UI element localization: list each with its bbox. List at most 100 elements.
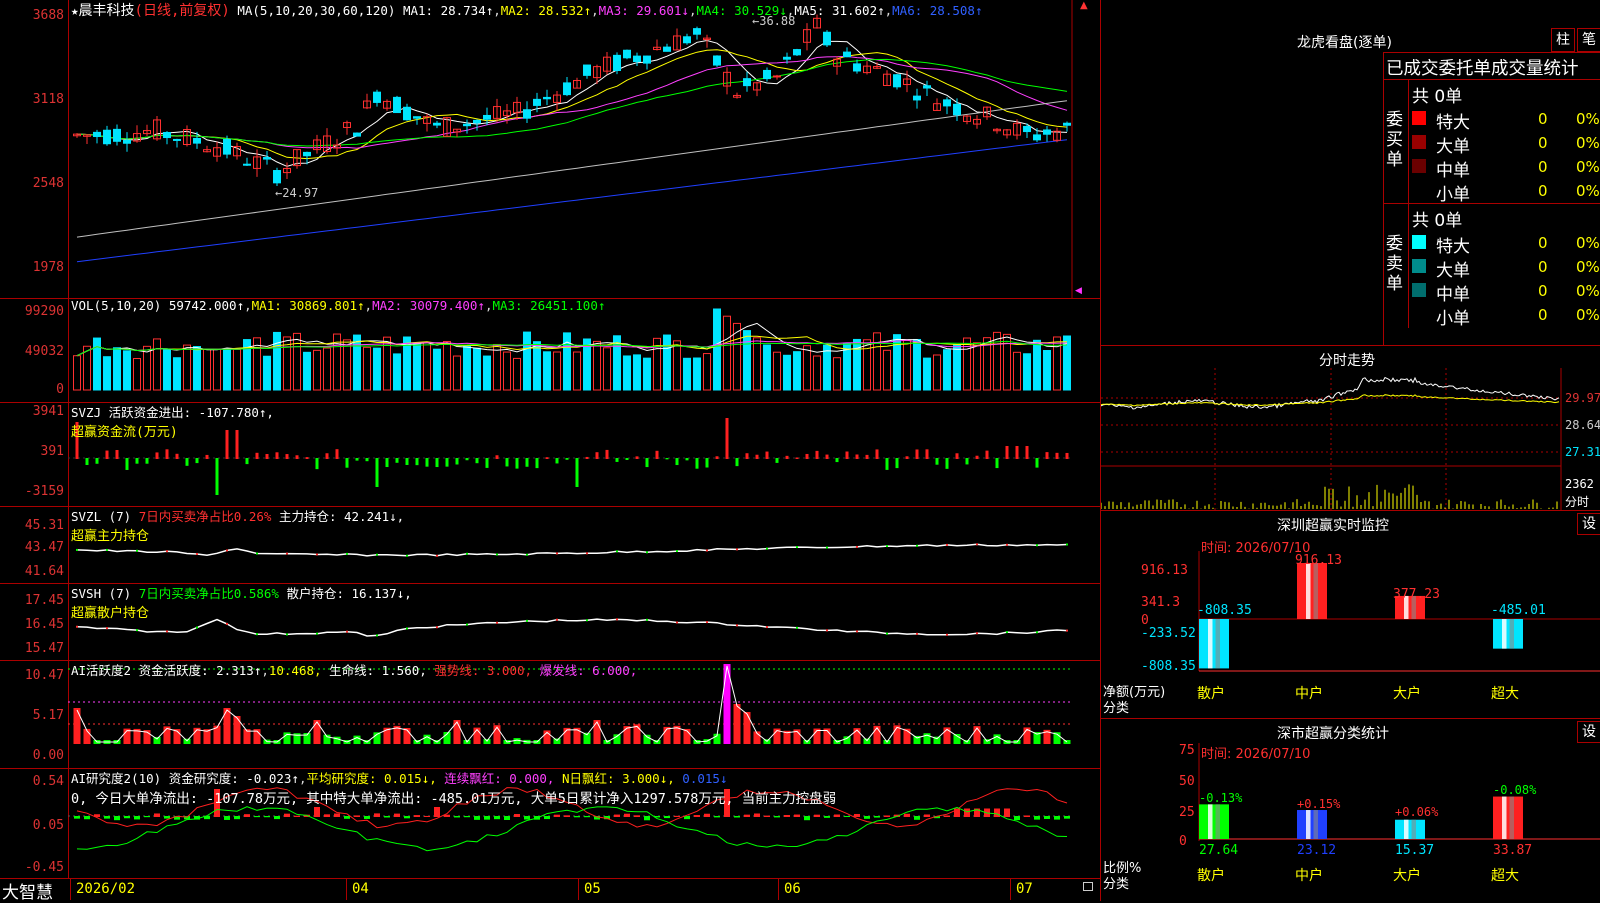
classify-ytick: 25 [1179,805,1195,820]
holding-tick [316,632,318,635]
ma2-value: MA2: 28.532↑ [500,3,592,18]
holding-tick [436,626,438,629]
color-swatch [1412,159,1426,173]
candle [523,109,531,119]
candle [393,96,401,114]
app-logo[interactable]: 大智慧 [2,878,53,903]
ai-research-pane[interactable]: 0.54 0.05 -0.45 AI研究度2(10) 资金研究度: -0.023… [0,768,1100,879]
research-bar [884,815,890,817]
ai1-burst: 爆发线: 6.000, [539,663,638,678]
holding-tick [1036,631,1038,634]
tick-view-button[interactable]: 笔 [1577,28,1600,52]
ai-active-pane[interactable]: 10.47 5.17 0.00 AI活跃度2 资金活跃度: 2.313↑,10.… [0,660,1100,769]
x-divider [778,878,779,900]
flow-bar [1065,452,1069,459]
volume-bar [783,354,791,391]
research-bar [764,815,770,817]
period-mode[interactable]: (日线,前复权) [135,3,230,19]
stat-row-大单: 大单 0 0% [1410,132,1600,157]
candle [893,74,901,88]
volume-bar [423,342,431,391]
research-bar [564,815,570,817]
intraday-panel[interactable]: 分时走势 29.97 28.64 27.31 2362 分时 [1100,345,1600,511]
candle [103,129,111,145]
volume-bar [173,357,181,391]
candle [483,114,491,120]
intraday-ytick: 29.97 [1565,391,1600,405]
volume-bar [1033,339,1041,391]
holding-tick [616,618,618,621]
flow-bar [345,458,349,468]
classify-change-label: +0.06% [1395,805,1439,819]
kline-chart[interactable] [0,0,1100,298]
research-bar [354,815,360,817]
stat-row-value: 0 [1538,306,1548,324]
active-bar [233,716,241,744]
intraday-price-line [1101,376,1560,410]
research-bar [374,813,380,817]
volume-bar [813,355,821,391]
flow-bar [395,458,399,463]
stat-row-小单: 小单 0 0% [1410,180,1600,205]
volume-bar [883,349,891,391]
research-bar [1014,816,1020,821]
volume-bar [393,353,401,391]
research-bar [334,813,340,817]
flow-bar [445,458,449,467]
volume-bar [233,349,241,391]
marker-left-icon: ◀ [1075,286,1082,296]
holding-tick [1066,629,1068,632]
classify-value-label: 27.64 [1199,843,1239,858]
volume-bar [513,357,521,391]
flow-bar [755,454,759,459]
candle [303,151,311,157]
research-bar [434,807,440,817]
flow-bar [725,418,729,459]
flow-bar [1055,452,1059,459]
volume-bar [163,349,171,391]
holding-tick [256,633,258,636]
stat-row-percent: 0% [1576,158,1600,176]
x-tick: 2026/02 [76,881,136,897]
research-bar [74,816,80,819]
volume-pane[interactable]: 99290 49032 0 VOL(5,10,20) 59742.000↑,MA… [0,298,1100,403]
ai2-research: 资金研究度: -0.023↑ [168,771,299,786]
svzl-pane[interactable]: 45.31 43.47 41.64 SVZL (7) 7日内买卖净占比0.26%… [0,506,1100,584]
research-bar [234,816,240,820]
flow-bar [525,458,529,467]
kline-pane[interactable]: 3688 3118 2548 1978 ★晨丰科技(日线,前复权) MA(5,1… [0,0,1100,299]
svzj-pane[interactable]: 3941 391 -3159 SVZJ 活跃资金进出: -107.780↑, 超… [0,402,1100,507]
flow-bar [895,458,899,469]
color-swatch [1412,283,1426,297]
holding-tick [166,630,168,633]
monitor-panel[interactable]: 深圳超赢实时监控 设 时间: 2026/07/10 916.13 341.3 0 -2… [1100,510,1600,719]
column-view-button[interactable]: 柱 [1551,28,1575,52]
flow-bar [185,458,189,466]
candle [643,55,651,64]
volume-bar [743,330,751,391]
ai2-header: AI研究度2(10) 资金研究度: -0.023↑,平均研究度: 0.015↓,… [71,771,837,807]
volume-bar [863,339,871,391]
flow-bar [625,458,629,460]
research-bar [414,815,420,817]
classify-panel[interactable]: 深市超赢分类统计 设 时间: 2026/07/10 75 50 25 0 比例% 分类… [1100,718,1600,901]
svzl-header: SVZL (7) 7日内买卖净占比0.26% 主力持仓: 42.241↓, 超赢… [71,506,404,544]
candle [843,51,851,58]
star-icon[interactable]: ★ [71,3,79,18]
stat-row-percent: 0% [1576,134,1600,152]
holding-tick [916,632,918,635]
svsh-pane[interactable]: 17.45 16.45 15.47 SVSH (7) 7日内买卖净占比0.586… [0,583,1100,661]
intraday-ytick: 28.64 [1565,418,1600,432]
intraday-chart [1101,368,1562,511]
candle [583,64,591,76]
candle [783,56,791,60]
svzl-subtitle: 超赢主力持仓 [71,529,150,544]
flow-bar [885,458,889,470]
research-bar [624,813,630,817]
holding-tick [556,552,558,555]
research-bar [1044,816,1050,819]
holding-tick [466,552,468,555]
monitor-bar [1297,563,1327,619]
buy-section: 委买单 共 0单 特大 0 0% 大单 0 0% 中单 0 0% 小单 0 0% [1384,79,1600,205]
stock-name[interactable]: 晨丰科技 [79,3,135,19]
